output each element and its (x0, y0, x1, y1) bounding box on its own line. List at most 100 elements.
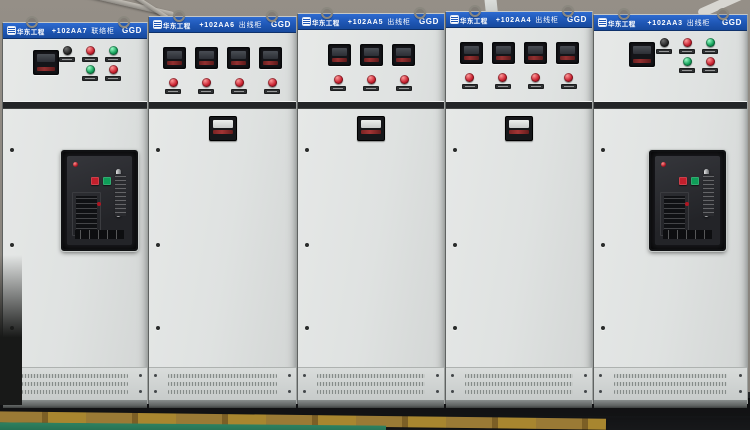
cabinet-type-label: 出线柜 (387, 19, 410, 26)
brand-mark-icon (451, 16, 458, 23)
meter-screen (263, 51, 278, 59)
indicator-lamp-red (702, 57, 718, 73)
controller-screen (213, 120, 233, 128)
knob-icon (660, 38, 669, 47)
panel-divider (594, 101, 747, 109)
rivet-icon (453, 148, 457, 152)
brand-logo: 华东工程 (599, 18, 636, 28)
vent-slots (614, 374, 727, 378)
rivet-icon (453, 326, 457, 330)
lamp-red-icon (531, 73, 540, 82)
breaker-face (655, 156, 720, 245)
controller-screen (361, 120, 381, 128)
brand-logo: 华东工程 (8, 26, 45, 36)
plinth (446, 400, 592, 408)
indicator-lamp-red (396, 75, 412, 91)
label-plate (105, 76, 121, 81)
panel-divider (3, 101, 147, 109)
vent-slots (465, 382, 573, 386)
lamp-green-icon (706, 38, 715, 47)
door-controller (505, 116, 533, 141)
screw-icon (303, 390, 306, 393)
indicator-lamp-red (165, 78, 181, 94)
controller-digits (213, 130, 233, 134)
rivet-icon (453, 243, 457, 247)
indicator-lamp-red (528, 73, 544, 89)
meter-digits (332, 58, 347, 62)
switchgear-cabinet: 华东工程+102AA6出线柜GGD (148, 16, 297, 404)
controller-digits (509, 130, 529, 134)
screw-icon (436, 390, 439, 393)
label-plate (656, 49, 672, 54)
door-controller (357, 116, 385, 141)
meter-row (298, 44, 444, 66)
brand-mark-icon (8, 27, 15, 34)
lifting-eye-icon (26, 16, 38, 28)
screw-icon (739, 374, 742, 377)
screw-icon (288, 374, 291, 377)
lamp-red-icon (367, 75, 376, 84)
brand-logo: 华东工程 (303, 17, 340, 27)
cabinet-type-label: 联络柜 (91, 28, 114, 35)
switchgear-cabinet: 华东工程+102AA5出线柜GGD (297, 13, 445, 404)
meter-row (446, 42, 592, 64)
screw-icon (451, 374, 454, 377)
corner-shadow (0, 255, 22, 405)
meter-digits (167, 61, 182, 65)
digital-meter (556, 42, 579, 64)
label-plate (231, 89, 247, 94)
meter-digits (496, 56, 511, 60)
label-plate (702, 49, 718, 54)
control-knob (59, 46, 75, 62)
vent-slots (465, 390, 573, 394)
meter-screen (167, 51, 182, 59)
terminal-strip (71, 228, 128, 241)
close-button-icon (691, 177, 699, 185)
label-plate (82, 57, 98, 62)
lamp-red-icon (564, 73, 573, 82)
instrument-panel (446, 28, 592, 101)
control-knob (656, 38, 672, 54)
indicator-lamp-green (679, 57, 695, 73)
indicator-lamp-red (330, 75, 346, 91)
lamp-red-icon (334, 75, 343, 84)
lifting-eye-icon (118, 16, 130, 28)
screw-icon (139, 374, 142, 377)
panel-divider (446, 101, 592, 109)
brand-logo: 华东工程 (451, 15, 488, 25)
rivet-icon (156, 326, 160, 330)
cabinet-type-label: 出线柜 (535, 17, 558, 24)
label-plate (396, 86, 412, 91)
digital-meter (259, 47, 282, 69)
label-plate (105, 57, 121, 62)
open-button-icon (679, 177, 687, 185)
lamp-red-icon (400, 75, 409, 84)
lamp-green-icon (86, 65, 95, 74)
indicator-lamp-red (495, 73, 511, 89)
meter-digits (396, 58, 411, 62)
lamp-red-icon (109, 65, 118, 74)
digital-meter (360, 44, 383, 66)
label-plate (495, 84, 511, 89)
cabinet-door (3, 109, 147, 367)
meter-row (149, 47, 296, 69)
label-plate (330, 86, 346, 91)
cabinet-title: +102AA5出线柜 (343, 17, 416, 27)
panel-divider (298, 101, 444, 109)
controller-digits (361, 130, 381, 134)
lamp-row (298, 75, 444, 91)
meter-digits (231, 61, 246, 65)
indicator-lamp-red (198, 78, 214, 94)
lamp-red-icon (169, 78, 178, 87)
vent-slots (465, 374, 573, 378)
cabinet-id-label: +102AA6 (199, 22, 234, 29)
reset-button-icon (97, 202, 101, 206)
switchgear-cabinet: 华东工程+102AA7联络柜GGD (2, 22, 148, 404)
indicator-lamp-green (702, 38, 718, 54)
digital-meter (163, 47, 186, 69)
meter-screen (332, 48, 347, 56)
switchgear-cabinet: 华东工程+102AA4出线柜GGD (445, 11, 593, 404)
vent-panel (298, 367, 444, 400)
cabinet-id-label: +102AA4 (496, 17, 531, 24)
meter-screen (199, 51, 214, 59)
